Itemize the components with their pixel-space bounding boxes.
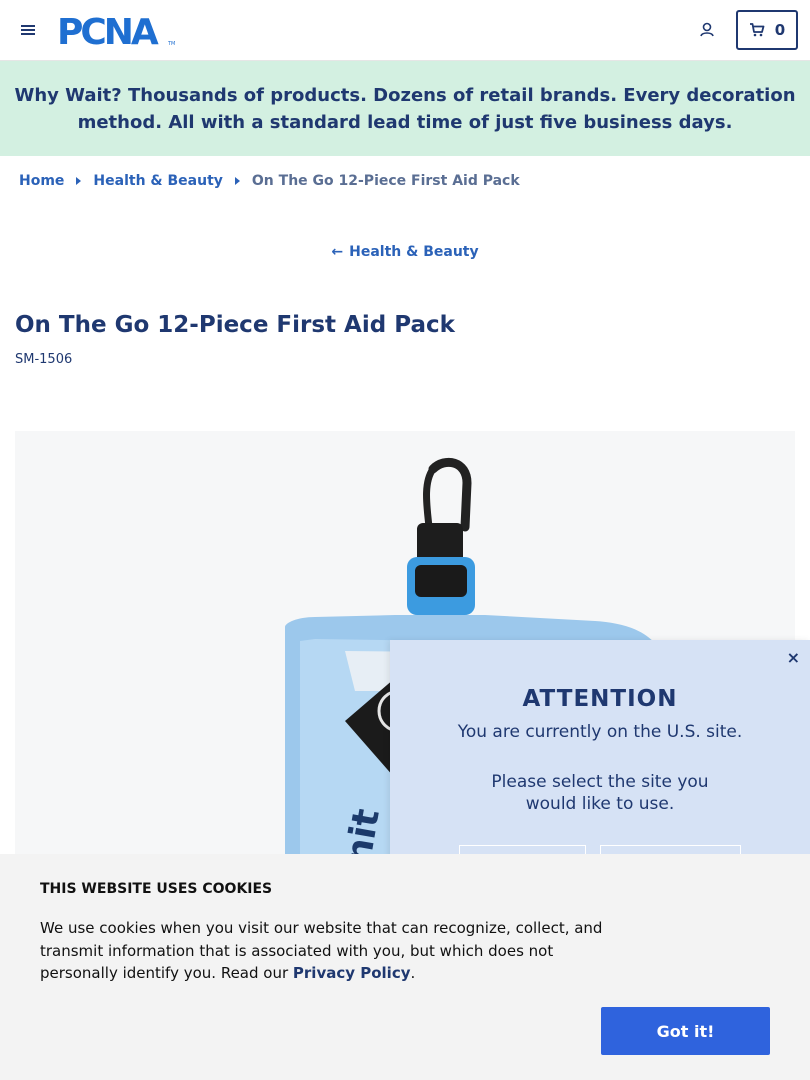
- cart-button[interactable]: 0: [736, 10, 798, 50]
- modal-heading: ATTENTION: [522, 686, 678, 712]
- breadcrumb-home[interactable]: Home: [19, 173, 64, 189]
- cookie-banner: THIS WEBSITE USES COOKIES We use cookies…: [0, 854, 810, 1080]
- breadcrumb-health-beauty[interactable]: Health & Beauty: [93, 173, 222, 189]
- hamburger-menu-icon[interactable]: [19, 20, 37, 40]
- svg-text:PCNA: PCNA: [57, 13, 159, 47]
- site-selection-modal: × ATTENTION You are currently on the U.S…: [390, 640, 810, 885]
- modal-current-site-text: You are currently on the U.S. site.: [457, 722, 743, 742]
- back-link-label: Health & Beauty: [349, 244, 479, 260]
- cart-count: 0: [774, 21, 786, 39]
- cookie-heading: THIS WEBSITE USES COOKIES: [40, 881, 273, 897]
- promo-body: Thousands of products. Dozens of retail …: [77, 84, 796, 133]
- arrow-left-icon: ←: [331, 244, 344, 260]
- breadcrumb: Home Health & Beauty On The Go 12-Piece …: [19, 173, 520, 189]
- cookie-body: We use cookies when you visit our websit…: [40, 917, 620, 985]
- promo-lead: Why Wait?: [14, 84, 122, 106]
- modal-select-site-text: Please select the site you would like to…: [491, 772, 709, 814]
- pcna-logo[interactable]: PCNA TM: [57, 13, 177, 47]
- close-icon[interactable]: ×: [787, 648, 800, 667]
- breadcrumb-current: On The Go 12-Piece First Aid Pack: [251, 173, 520, 189]
- promo-banner: Why Wait? Thousands of products. Dozens …: [0, 61, 810, 156]
- product-title: On The Go 12-Piece First Aid Pack: [15, 312, 455, 338]
- breadcrumb-separator-icon: [76, 177, 82, 185]
- back-to-category-link[interactable]: ← Health & Beauty: [0, 244, 810, 260]
- breadcrumb-separator-icon: [234, 177, 240, 185]
- cart-icon: [749, 23, 765, 37]
- got-it-button[interactable]: Got it!: [601, 1007, 770, 1055]
- privacy-policy-link[interactable]: Privacy Policy: [293, 964, 411, 982]
- promo-text: Why Wait? Thousands of products. Dozens …: [12, 82, 798, 136]
- svg-text:TM: TM: [167, 41, 175, 47]
- product-sku: SM-1506: [15, 352, 73, 367]
- account-icon[interactable]: [697, 20, 717, 40]
- cookie-body-end: .: [410, 964, 416, 982]
- site-header: PCNA TM 0: [0, 0, 810, 61]
